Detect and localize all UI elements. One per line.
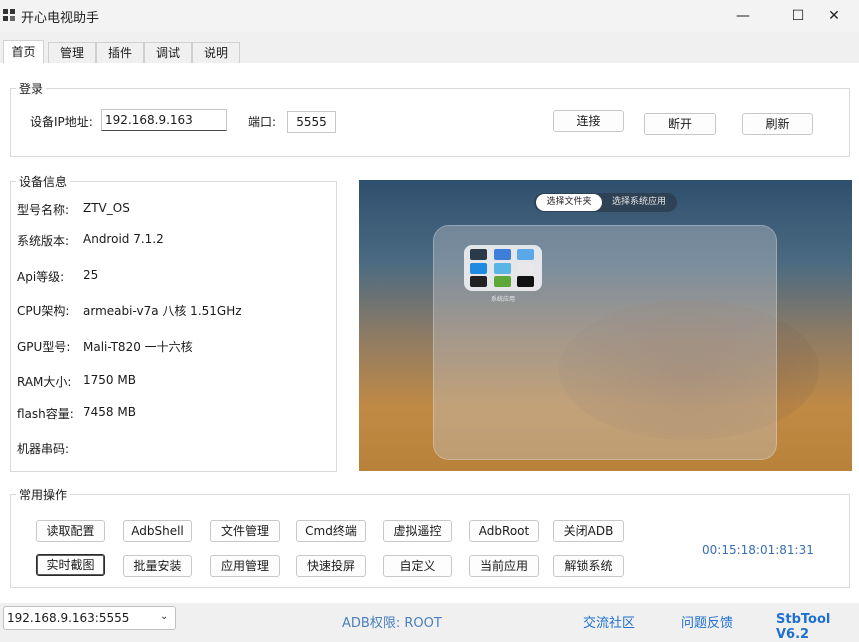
os-version-value: Android 7.1.2 — [83, 232, 164, 246]
close-adb-button[interactable]: 关闭ADB — [553, 520, 624, 542]
api-level-value: 25 — [83, 268, 99, 282]
app-icon — [3, 9, 15, 21]
current-app-button[interactable]: 当前应用 — [469, 555, 539, 577]
mini-app-icon — [517, 276, 534, 287]
cpu-value: armeabi-v7a 八核 1.51GHz — [83, 304, 242, 318]
mini-app-icon — [494, 276, 511, 287]
mini-app-icon — [470, 249, 487, 260]
toggle-select-folder[interactable]: 选择文件夹 — [536, 194, 602, 211]
refresh-button[interactable]: 刷新 — [742, 113, 813, 135]
gpu-label: GPU型号: — [17, 340, 71, 354]
feedback-link[interactable]: 问题反馈 — [681, 612, 733, 631]
adb-root-button[interactable]: AdbRoot — [469, 520, 539, 542]
mini-app-icon — [494, 263, 511, 274]
tab-debug[interactable]: 调试 — [144, 42, 192, 63]
tab-home[interactable]: 首页 — [3, 40, 44, 64]
operations-legend: 常用操作 — [19, 488, 68, 502]
cmd-terminal-button[interactable]: Cmd终端 — [296, 520, 366, 542]
mini-app-icon — [517, 249, 534, 260]
port-label: 端口: — [248, 115, 277, 129]
port-input[interactable]: 5555 — [287, 111, 336, 133]
unlock-system-button[interactable]: 解锁系统 — [553, 555, 624, 577]
screen-cast-button[interactable]: 快速投屏 — [296, 555, 366, 577]
chevron-down-icon[interactable]: ⌄ — [160, 611, 168, 622]
read-config-button[interactable]: 读取配置 — [36, 520, 105, 542]
os-version-label: 系统版本: — [17, 234, 70, 248]
virtual-remote-button[interactable]: 虚拟遥控 — [383, 520, 452, 542]
minimize-button[interactable]: — — [720, 0, 766, 32]
file-manager-button[interactable]: 文件管理 — [210, 520, 280, 542]
folder-label: 系统应用 — [490, 296, 515, 303]
serial-label: 机器串码: — [17, 442, 70, 456]
ip-input[interactable]: 192.168.9.163 — [101, 109, 227, 131]
app-folder-icon[interactable] — [464, 245, 542, 291]
clock-readout: 00:15:18:01:81:31 — [702, 543, 814, 557]
api-level-label: Api等级: — [17, 270, 65, 284]
mini-app-icon — [494, 249, 511, 260]
connect-button[interactable]: 连接 — [553, 110, 624, 132]
device-select[interactable]: 192.168.9.163:5555 — [3, 606, 176, 630]
adb-permission-status: ADB权限: ROOT — [342, 616, 442, 631]
tab-help[interactable]: 说明 — [192, 42, 240, 63]
flash-value: 7458 MB — [83, 405, 136, 419]
adb-shell-button[interactable]: AdbShell — [123, 520, 192, 542]
model-value: ZTV_OS — [83, 201, 130, 215]
mini-app-icon — [517, 263, 534, 274]
ram-value: 1750 MB — [83, 373, 136, 387]
mini-app-icon — [470, 263, 487, 274]
cpu-label: CPU架构: — [17, 304, 70, 318]
version-label: StbTool V6.2 — [776, 612, 831, 642]
close-button[interactable]: ✕ — [811, 0, 857, 32]
login-legend: 登录 — [19, 82, 44, 96]
tab-plugins[interactable]: 插件 — [96, 42, 144, 63]
batch-install-button[interactable]: 批量安装 — [123, 555, 192, 577]
custom-button[interactable]: 自定义 — [383, 555, 452, 577]
device-info-legend: 设备信息 — [19, 175, 68, 189]
community-link[interactable]: 交流社区 — [583, 612, 635, 631]
app-manager-button[interactable]: 应用管理 — [210, 555, 280, 577]
screenshot-button[interactable]: 实时截图 — [36, 554, 105, 576]
flash-label: flash容量: — [17, 407, 74, 421]
gpu-value: Mali-T820 一十六核 — [83, 340, 193, 354]
tab-manage[interactable]: 管理 — [48, 42, 96, 63]
disconnect-button[interactable]: 断开 — [644, 113, 716, 135]
mini-app-icon — [470, 276, 487, 287]
window-title: 开心电视助手 — [21, 11, 100, 26]
ram-label: RAM大小: — [17, 375, 72, 389]
toggle-select-system-apps[interactable]: 选择系统应用 — [606, 194, 672, 211]
ip-label: 设备IP地址: — [30, 115, 93, 129]
model-label: 型号名称: — [17, 203, 70, 217]
